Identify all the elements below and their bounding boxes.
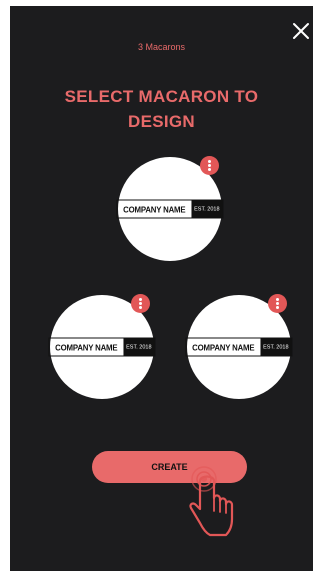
app-screen: 3 Macarons SELECT MACARON TO DESIGN COMP… — [10, 6, 313, 571]
macaron-2-menu-button[interactable] — [131, 294, 150, 313]
company-name: COMPANY NAME — [123, 204, 186, 214]
more-vertical-icon — [276, 298, 279, 301]
company-logo: COMPANY NAME EST. 2018 — [185, 337, 293, 357]
established-badge: EST. 2018 — [123, 338, 155, 356]
close-icon — [293, 23, 309, 39]
tap-hand-icon — [189, 466, 234, 537]
company-logo: COMPANY NAME EST. 2018 — [48, 337, 156, 357]
macaron-count-label: 3 Macarons — [137, 42, 186, 52]
macaron-1-menu-button[interactable] — [200, 156, 219, 175]
page-title-line-1: SELECT MACARON TO — [64, 87, 259, 106]
company-logo: COMPANY NAME EST. 2018 — [116, 199, 224, 219]
more-vertical-icon — [139, 298, 142, 301]
close-button[interactable] — [291, 21, 311, 41]
more-vertical-icon — [208, 160, 211, 163]
established-badge: EST. 2018 — [191, 200, 223, 218]
established-badge: EST. 2018 — [260, 338, 292, 356]
macaron-3-menu-button[interactable] — [268, 294, 287, 313]
company-name: COMPANY NAME — [192, 342, 255, 352]
page-title: SELECT MACARON TO DESIGN — [40, 84, 283, 134]
company-name: COMPANY NAME — [55, 342, 118, 352]
page-title-line-2: DESIGN — [128, 112, 195, 131]
